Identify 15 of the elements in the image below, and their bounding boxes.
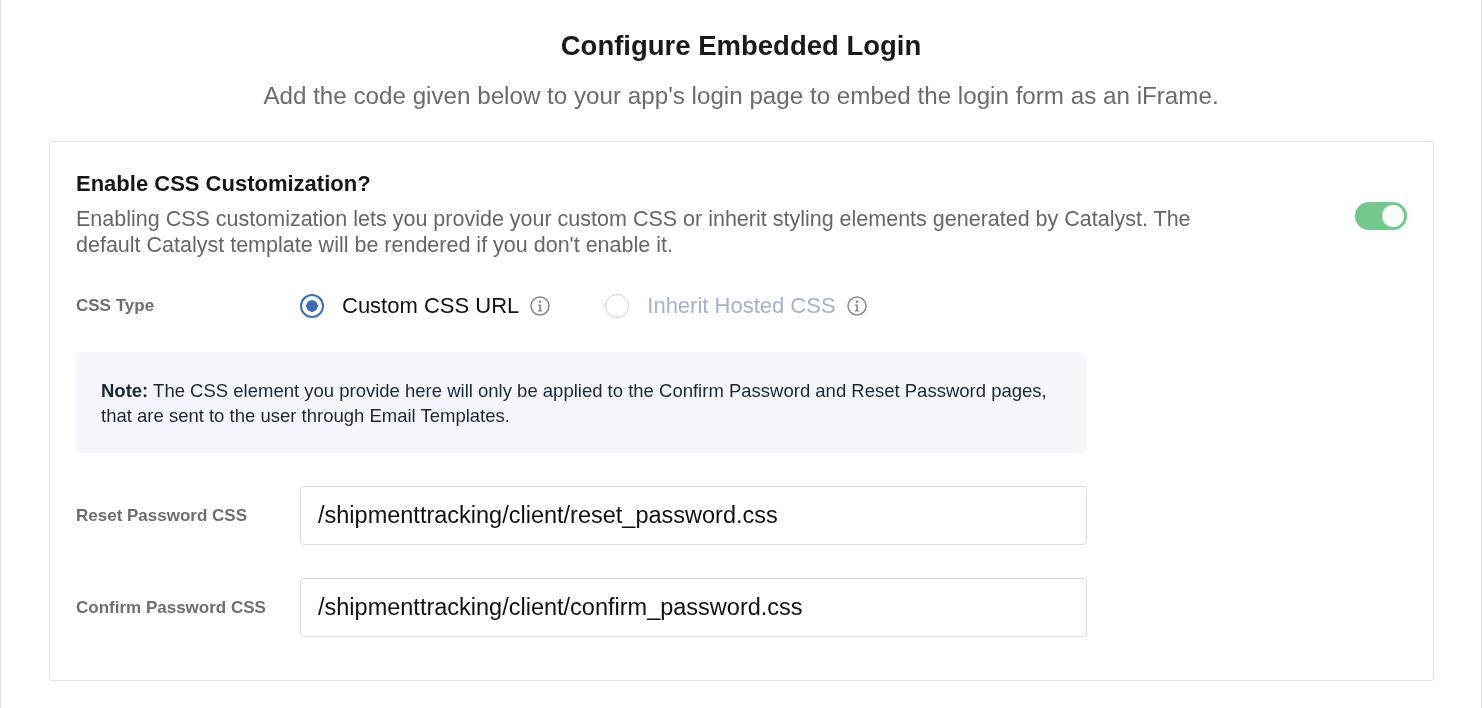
note-text: Note: The CSS element you provide here will only be applied to the Confirm Password and Reset Password pages, that are sent to the user through Email Templates. bbox=[101, 379, 1048, 428]
input-field[interactable]: /shipmenttracking/client/reset_password.css bbox=[300, 486, 1087, 545]
toggle-switch[interactable] bbox=[1355, 202, 1407, 230]
section-title: Enable CSS Customization? bbox=[76, 170, 371, 198]
section-description: Enabling CSS customization lets you provide your custom CSS or inherit styling elements generated by Catalyst. The default Catalyst template will be rendered if you don't enable it. bbox=[76, 206, 1192, 258]
radio-label[interactable]: Custom CSS URL bbox=[342, 293, 520, 319]
info-icon[interactable] bbox=[846, 296, 867, 316]
radio-button[interactable] bbox=[300, 294, 324, 318]
page-subtitle: Add the code given below to your app's login page to embed the login form as an iFrame. bbox=[263, 82, 1219, 110]
field-label: Reset Password CSS bbox=[76, 505, 248, 526]
info-icon[interactable] bbox=[530, 296, 551, 316]
field-label: CSS Type bbox=[76, 296, 156, 316]
field-label: Confirm Password CSS bbox=[76, 597, 267, 618]
input-field[interactable]: /shipmenttracking/client/confirm_password.css bbox=[300, 578, 1087, 637]
page-title: Configure Embedded Login bbox=[560, 30, 922, 62]
